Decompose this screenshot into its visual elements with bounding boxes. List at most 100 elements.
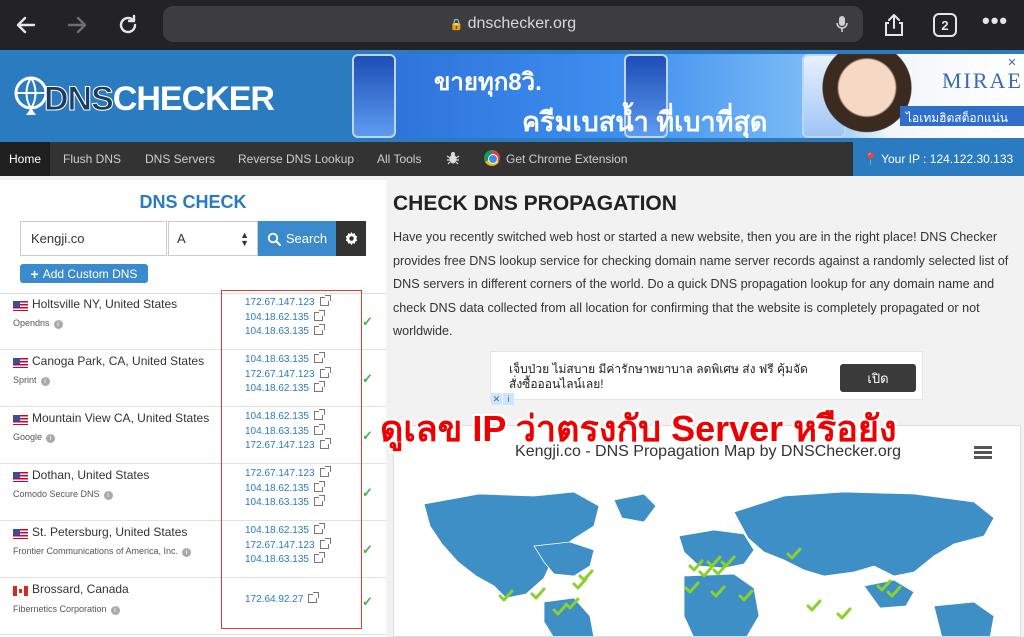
external-link-icon[interactable] (319, 537, 331, 549)
intro-paragraph: Have you recently switched web host or s… (393, 230, 1009, 338)
info-icon[interactable]: i (103, 491, 113, 500)
external-link-icon[interactable] (313, 409, 325, 420)
ip-address[interactable]: 104.18.62.135 (245, 480, 345, 497)
ip-address[interactable]: 104.18.62.135 (245, 309, 345, 326)
inline-ad-text: เจ็บป่วย ไม่สบาย มีค่ารักษาพยาบาล ลดพิเศ… (509, 362, 808, 391)
result-row: Canoga Park, CA, United States Sprint i 1… (0, 350, 386, 407)
back-arrow-icon[interactable] (10, 9, 42, 41)
add-custom-dns-button[interactable]: + Add Custom DNS (20, 264, 148, 283)
external-link-icon[interactable] (313, 423, 325, 435)
canada-flag-icon (13, 586, 28, 596)
nav-home[interactable]: Home (0, 142, 51, 176)
result-row: Dothan, United States Comodo Secure DNS i… (0, 464, 386, 521)
microphone-icon[interactable] (835, 15, 849, 38)
provider-name: Frontier Communications of America, Inc. (13, 546, 179, 556)
external-link-icon[interactable] (319, 438, 331, 449)
settings-button[interactable] (336, 221, 366, 256)
world-map[interactable] (394, 426, 1021, 637)
record-type-select[interactable]: A ▲ ▼ (168, 221, 258, 256)
add-custom-dns-label: Add Custom DNS (42, 266, 138, 281)
forward-arrow-icon[interactable] (61, 9, 93, 41)
search-button[interactable]: Search (258, 221, 336, 256)
ip-address[interactable]: 104.18.62.135 (245, 523, 345, 539)
share-icon[interactable] (878, 9, 910, 41)
your-ip-display: 📍 Your IP : 124.122.30.133 (853, 142, 1024, 176)
ad-close-icon[interactable]: ✕ (1003, 56, 1021, 72)
ip-text: 172.67.147.123 (245, 440, 315, 451)
check-icon: ✓ (362, 428, 373, 443)
reload-icon[interactable] (112, 9, 144, 41)
external-link-icon[interactable] (313, 523, 325, 534)
domain-input[interactable] (20, 221, 167, 256)
ip-address[interactable]: 104.18.62.135 (245, 409, 345, 425)
info-icon[interactable]: i (110, 606, 120, 615)
lock-icon: 🔒 (449, 19, 464, 31)
result-provider: Frontier Communications of America, Inc.… (13, 546, 192, 557)
ip-text: 172.67.147.123 (245, 297, 315, 308)
header-ad-banner[interactable]: ขายทุก8วิ. ครีมเบสน้ำ ที่เบาที่สุด MIRAE… (352, 54, 1024, 138)
more-icon[interactable]: ••• (982, 8, 1008, 34)
ip-text: 104.18.63.135 (245, 497, 309, 508)
annotation-overlay: ดูเลข IP ว่าตรงกับ Server หรือยัง (380, 408, 897, 449)
address-bar[interactable]: 🔒 dnschecker.org (163, 6, 863, 42)
result-provider: Google i (13, 432, 56, 443)
ip-text: 104.18.63.135 (245, 326, 309, 337)
ip-text: 104.18.63.135 (245, 354, 309, 365)
external-link-icon[interactable] (319, 295, 331, 306)
external-link-icon[interactable] (313, 309, 325, 321)
ip-address[interactable]: 172.64.92.27 (245, 592, 345, 608)
ip-address[interactable]: 172.67.147.123 (245, 438, 345, 454)
inline-ad-open-button[interactable]: เปิด (840, 364, 916, 392)
nav-chrome-extension-label: Get Chrome Extension (506, 152, 628, 166)
external-link-icon[interactable] (313, 480, 325, 492)
page-title: CHECK DNS PROPAGATION (393, 192, 677, 215)
result-provider: Fibernetics Corporation i (13, 604, 120, 615)
ip-address[interactable]: 172.67.147.123 (245, 366, 345, 383)
ip-address[interactable]: 172.67.147.123 (245, 466, 345, 482)
external-link-icon[interactable] (308, 592, 320, 603)
result-provider: Comodo Secure DNS i (13, 489, 113, 500)
info-icon[interactable]: i (40, 377, 50, 386)
external-link-icon[interactable] (313, 552, 325, 563)
nav-flush-dns[interactable]: Flush DNS (54, 142, 130, 176)
external-link-icon[interactable] (313, 352, 325, 363)
plus-icon: + (30, 265, 39, 282)
nav-all-tools[interactable]: All Tools (368, 142, 430, 176)
dns-check-panel: DNS CHECK A ▲▼ Search + Add Custom DNS H… (0, 180, 386, 637)
ip-address[interactable]: 104.18.62.135 (245, 381, 345, 397)
tab-count-button[interactable]: 2 (933, 13, 957, 37)
result-ips: 172.67.147.123 104.18.62.135 104.18.63.1… (245, 295, 345, 340)
external-link-icon[interactable] (313, 495, 325, 506)
ip-address[interactable]: 104.18.63.135 (245, 324, 345, 340)
ip-address[interactable]: 104.18.63.135 (245, 552, 345, 568)
ip-address[interactable]: 104.18.63.135 (245, 423, 345, 440)
nav-reverse-dns-lookup[interactable]: Reverse DNS Lookup (229, 142, 363, 176)
ip-address[interactable]: 172.67.147.123 (245, 295, 345, 311)
info-icon[interactable]: i (53, 320, 63, 329)
result-row: St. Petersburg, United States Frontier C… (0, 521, 386, 578)
result-ips: 104.18.62.135 104.18.63.135 172.67.147.1… (245, 409, 345, 454)
info-icon[interactable]: i (46, 434, 56, 443)
ip-text: 172.67.147.123 (245, 539, 315, 551)
inline-ad[interactable]: เจ็บป่วย ไม่สบาย มีค่ารักษาพยาบาล ลดพิเศ… (490, 351, 923, 400)
result-location: Dothan, United States (32, 468, 150, 482)
record-type-value: A (177, 231, 186, 246)
ad-headline: ขายทุก8วิ. (434, 69, 542, 96)
external-link-icon[interactable] (313, 324, 325, 335)
info-icon[interactable]: i (182, 548, 192, 557)
ip-text: 104.18.62.135 (245, 482, 309, 494)
search-icon (267, 232, 281, 246)
ad-cta[interactable]: ไอเทมฮิตสต็อกแน่น (900, 106, 1024, 126)
ip-text: 172.67.147.123 (245, 368, 315, 380)
external-link-icon[interactable] (319, 366, 331, 378)
external-link-icon[interactable] (319, 466, 331, 477)
ip-address[interactable]: 172.67.147.123 (245, 537, 345, 554)
nav-chrome-extension[interactable]: Get Chrome Extension (475, 142, 636, 176)
ip-text: 104.18.62.135 (245, 525, 309, 536)
bug-icon[interactable] (437, 142, 469, 176)
nav-dns-servers[interactable]: DNS Servers (136, 142, 224, 176)
ip-address[interactable]: 104.18.63.135 (245, 352, 345, 368)
external-link-icon[interactable] (313, 381, 325, 392)
dnschecker-logo[interactable]: DNSCHECKER (12, 72, 275, 122)
ip-address[interactable]: 104.18.63.135 (245, 495, 345, 511)
